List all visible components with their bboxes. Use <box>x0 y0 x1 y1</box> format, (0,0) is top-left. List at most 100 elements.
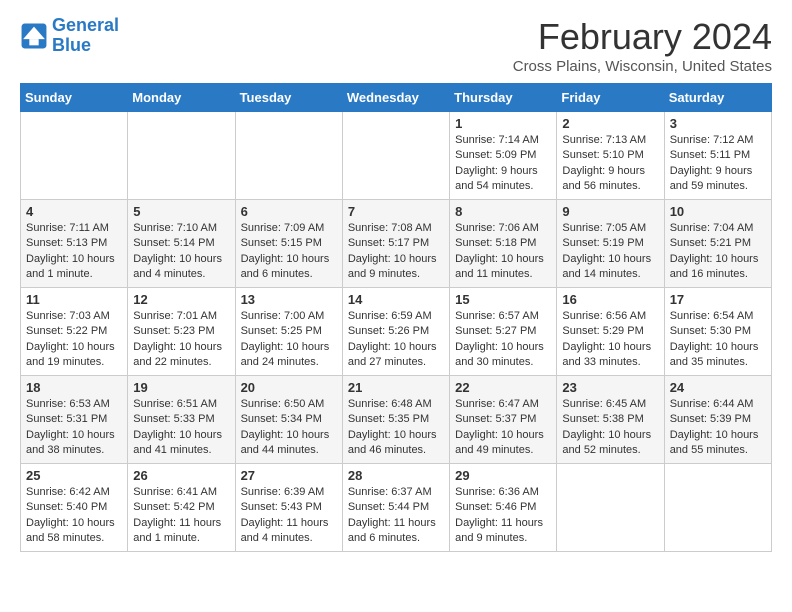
day-content: Sunrise: 7:11 AM Sunset: 5:13 PM Dayligh… <box>26 221 122 283</box>
page-header: General Blue February 2024 Cross Plains,… <box>20 16 772 75</box>
day-content: Sunrise: 7:00 AM Sunset: 5:25 PM Dayligh… <box>241 309 337 371</box>
day-number: 16 <box>562 292 658 307</box>
calendar-cell: 5 Sunrise: 7:10 AM Sunset: 5:14 PM Daylig… <box>128 200 235 288</box>
day-content: Sunrise: 7:14 AM Sunset: 5:09 PM Dayligh… <box>455 133 551 195</box>
col-header-sunday: Sunday <box>21 84 128 112</box>
logo: General Blue <box>20 16 119 56</box>
calendar-cell: 20 Sunrise: 6:50 AM Sunset: 5:34 PM Dayli… <box>235 376 342 464</box>
week-row-2: 4Sunrise: 7:11 AM Sunset: 5:13 PM Daylig… <box>21 200 772 288</box>
day-number: 29 <box>455 468 551 483</box>
day-content: Sunrise: 7:08 AM Sunset: 5:17 PM Dayligh… <box>348 221 444 283</box>
day-number: 5 <box>133 204 229 219</box>
location-subtitle: Cross Plains, Wisconsin, United States <box>513 58 772 75</box>
day-content: Sunrise: 6:53 AM Sunset: 5:31 PM Dayligh… <box>26 397 122 459</box>
day-number: 27 <box>241 468 337 483</box>
day-content: Sunrise: 6:57 AM Sunset: 5:27 PM Dayligh… <box>455 309 551 371</box>
logo-icon <box>20 22 48 50</box>
day-content: Sunrise: 7:03 AM Sunset: 5:22 PM Dayligh… <box>26 309 122 371</box>
day-number: 18 <box>26 380 122 395</box>
calendar-cell: 11 Sunrise: 7:03 AM Sunset: 5:22 PM Dayli… <box>21 288 128 376</box>
day-number: 9 <box>562 204 658 219</box>
week-row-4: 18 Sunrise: 6:53 AM Sunset: 5:31 PM Dayli… <box>21 376 772 464</box>
calendar-cell <box>21 112 128 200</box>
day-number: 2 <box>562 116 658 131</box>
col-header-tuesday: Tuesday <box>235 84 342 112</box>
col-header-wednesday: Wednesday <box>342 84 449 112</box>
day-content: Sunrise: 6:47 AM Sunset: 5:37 PM Dayligh… <box>455 397 551 459</box>
day-content: Sunrise: 6:45 AM Sunset: 5:38 PM Dayligh… <box>562 397 658 459</box>
day-number: 22 <box>455 380 551 395</box>
calendar-table: SundayMondayTuesdayWednesdayThursdayFrid… <box>20 83 772 552</box>
calendar-cell: 16 Sunrise: 6:56 AM Sunset: 5:29 PM Dayli… <box>557 288 664 376</box>
day-number: 14 <box>348 292 444 307</box>
day-content: Sunrise: 7:10 AM Sunset: 5:14 PM Dayligh… <box>133 221 229 283</box>
day-number: 25 <box>26 468 122 483</box>
calendar-cell: 10Sunrise: 7:04 AM Sunset: 5:21 PM Dayli… <box>664 200 771 288</box>
calendar-cell <box>342 112 449 200</box>
day-number: 26 <box>133 468 229 483</box>
day-content: Sunrise: 6:36 AM Sunset: 5:46 PM Dayligh… <box>455 485 551 547</box>
day-number: 21 <box>348 380 444 395</box>
day-number: 20 <box>241 380 337 395</box>
week-row-1: 1Sunrise: 7:14 AM Sunset: 5:09 PM Daylig… <box>21 112 772 200</box>
day-content: Sunrise: 6:48 AM Sunset: 5:35 PM Dayligh… <box>348 397 444 459</box>
logo-line2: Blue <box>52 35 91 55</box>
calendar-cell: 19 Sunrise: 6:51 AM Sunset: 5:33 PM Dayli… <box>128 376 235 464</box>
calendar-cell: 22 Sunrise: 6:47 AM Sunset: 5:37 PM Dayli… <box>450 376 557 464</box>
day-number: 24 <box>670 380 766 395</box>
day-content: Sunrise: 7:12 AM Sunset: 5:11 PM Dayligh… <box>670 133 766 195</box>
day-number: 11 <box>26 292 122 307</box>
day-number: 23 <box>562 380 658 395</box>
calendar-cell: 8 Sunrise: 7:06 AM Sunset: 5:18 PM Daylig… <box>450 200 557 288</box>
day-content: Sunrise: 6:54 AM Sunset: 5:30 PM Dayligh… <box>670 309 766 371</box>
col-header-saturday: Saturday <box>664 84 771 112</box>
day-number: 13 <box>241 292 337 307</box>
logo-line1: General <box>52 15 119 35</box>
title-block: February 2024 Cross Plains, Wisconsin, U… <box>513 16 772 75</box>
calendar-cell: 6Sunrise: 7:09 AM Sunset: 5:15 PM Daylig… <box>235 200 342 288</box>
day-content: Sunrise: 6:51 AM Sunset: 5:33 PM Dayligh… <box>133 397 229 459</box>
calendar-cell: 15 Sunrise: 6:57 AM Sunset: 5:27 PM Dayli… <box>450 288 557 376</box>
calendar-cell <box>128 112 235 200</box>
calendar-cell: 18 Sunrise: 6:53 AM Sunset: 5:31 PM Dayli… <box>21 376 128 464</box>
calendar-cell: 1Sunrise: 7:14 AM Sunset: 5:09 PM Daylig… <box>450 112 557 200</box>
day-content: Sunrise: 6:56 AM Sunset: 5:29 PM Dayligh… <box>562 309 658 371</box>
calendar-cell: 25 Sunrise: 6:42 AM Sunset: 5:40 PM Dayli… <box>21 464 128 552</box>
day-content: Sunrise: 6:42 AM Sunset: 5:40 PM Dayligh… <box>26 485 122 547</box>
day-content: Sunrise: 7:04 AM Sunset: 5:21 PM Dayligh… <box>670 221 766 283</box>
day-content: Sunrise: 6:41 AM Sunset: 5:42 PM Dayligh… <box>133 485 229 547</box>
day-content: Sunrise: 6:44 AM Sunset: 5:39 PM Dayligh… <box>670 397 766 459</box>
calendar-cell: 23 Sunrise: 6:45 AM Sunset: 5:38 PM Dayli… <box>557 376 664 464</box>
day-number: 15 <box>455 292 551 307</box>
day-number: 19 <box>133 380 229 395</box>
calendar-cell: 4Sunrise: 7:11 AM Sunset: 5:13 PM Daylig… <box>21 200 128 288</box>
calendar-cell: 9 Sunrise: 7:05 AM Sunset: 5:19 PM Daylig… <box>557 200 664 288</box>
calendar-cell: 24 Sunrise: 6:44 AM Sunset: 5:39 PM Dayli… <box>664 376 771 464</box>
month-year-title: February 2024 <box>513 16 772 58</box>
col-header-monday: Monday <box>128 84 235 112</box>
calendar-cell: 29 Sunrise: 6:36 AM Sunset: 5:46 PM Dayli… <box>450 464 557 552</box>
calendar-cell: 26 Sunrise: 6:41 AM Sunset: 5:42 PM Dayli… <box>128 464 235 552</box>
calendar-cell: 12Sunrise: 7:01 AM Sunset: 5:23 PM Dayli… <box>128 288 235 376</box>
calendar-cell: 28Sunrise: 6:37 AM Sunset: 5:44 PM Dayli… <box>342 464 449 552</box>
logo-text: General Blue <box>52 16 119 56</box>
day-content: Sunrise: 7:05 AM Sunset: 5:19 PM Dayligh… <box>562 221 658 283</box>
day-content: Sunrise: 7:06 AM Sunset: 5:18 PM Dayligh… <box>455 221 551 283</box>
week-row-5: 25 Sunrise: 6:42 AM Sunset: 5:40 PM Dayli… <box>21 464 772 552</box>
calendar-cell <box>557 464 664 552</box>
calendar-cell: 2Sunrise: 7:13 AM Sunset: 5:10 PM Daylig… <box>557 112 664 200</box>
col-header-thursday: Thursday <box>450 84 557 112</box>
day-number: 8 <box>455 204 551 219</box>
calendar-cell <box>235 112 342 200</box>
day-content: Sunrise: 6:50 AM Sunset: 5:34 PM Dayligh… <box>241 397 337 459</box>
col-header-friday: Friday <box>557 84 664 112</box>
day-content: Sunrise: 6:59 AM Sunset: 5:26 PM Dayligh… <box>348 309 444 371</box>
calendar-body: 1Sunrise: 7:14 AM Sunset: 5:09 PM Daylig… <box>21 112 772 552</box>
calendar-cell: 13 Sunrise: 7:00 AM Sunset: 5:25 PM Dayli… <box>235 288 342 376</box>
day-number: 28 <box>348 468 444 483</box>
day-number: 6 <box>241 204 337 219</box>
day-content: Sunrise: 7:01 AM Sunset: 5:23 PM Dayligh… <box>133 309 229 371</box>
day-number: 17 <box>670 292 766 307</box>
calendar-cell: 3 Sunrise: 7:12 AM Sunset: 5:11 PM Daylig… <box>664 112 771 200</box>
day-number: 3 <box>670 116 766 131</box>
